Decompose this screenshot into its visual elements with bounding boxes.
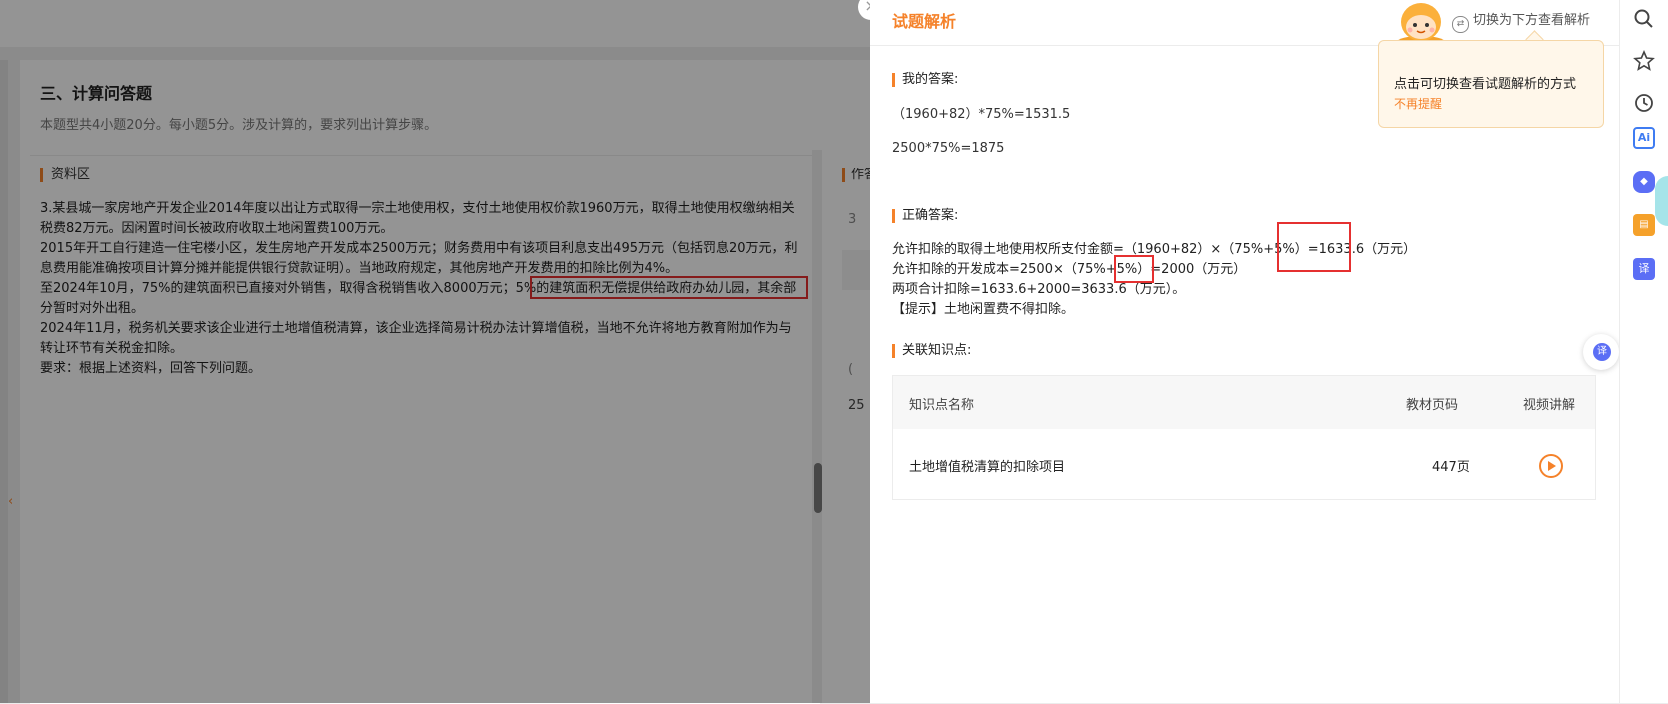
textbook-page: 447页: [1432, 460, 1470, 475]
knowledge-point-name[interactable]: 土地增值税清算的扣除项目: [909, 456, 1065, 475]
knowledge-table: 知识点名称 教材页码 视频讲解 土地增值税清算的扣除项目 447页: [892, 375, 1596, 500]
column-header-name: 知识点名称: [909, 398, 975, 413]
column-header-page: 教材页码: [1406, 398, 1459, 413]
switch-icon: ⇄: [1452, 16, 1469, 33]
translate-icon: 译: [1593, 343, 1611, 361]
side-widget-edge[interactable]: [1655, 176, 1668, 226]
table-header: 知识点名称 教材页码 视频讲解: [893, 376, 1595, 429]
tooltip-text: 点击可切换查看试题解析的方式: [1394, 77, 1577, 92]
star-icon[interactable]: [1633, 50, 1655, 72]
switch-view-label: 切换为下方查看解析: [1473, 13, 1591, 28]
drawer-title: 试题解析: [892, 12, 957, 31]
game-icon[interactable]: ◆: [1633, 171, 1655, 193]
my-answer-line: （1960+82）*75%=1531.5: [892, 107, 1071, 122]
my-answer-line: 2500*75%=1875: [892, 141, 1005, 156]
knowledge-points-label: 关联知识点:: [892, 344, 971, 358]
ai-icon[interactable]: Ai: [1633, 127, 1655, 149]
correct-answer-line: 【提示】土地闲置费不得扣除。: [892, 302, 1075, 317]
dont-remind-link[interactable]: 不再提醒: [1394, 95, 1442, 112]
analysis-drawer: 试题解析 ⇄ 切换为下方查看解析 点击可切换查看试题解析的方式 不再提醒 我的答案…: [870, 0, 1619, 703]
search-icon[interactable]: [1633, 8, 1655, 30]
column-header-video: 视频讲解: [1523, 398, 1576, 413]
right-toolbar: Ai ◆ ▤ 译: [1619, 0, 1668, 703]
bag-icon[interactable]: ▤: [1633, 214, 1655, 236]
translate-float-button[interactable]: 译: [1583, 334, 1619, 370]
switch-tooltip: 点击可切换查看试题解析的方式 不再提醒: [1378, 40, 1604, 128]
correct-answer-line: 允许扣除的开发成本=2500×（75%+5%）=2000（万元）: [892, 262, 1247, 277]
switch-view-button[interactable]: ⇄ 切换为下方查看解析: [1452, 9, 1590, 33]
modal-overlay[interactable]: [0, 0, 870, 703]
answer-highlight-box: [1114, 255, 1154, 283]
answer-highlight-box: [1277, 222, 1351, 272]
play-video-button[interactable]: [1539, 454, 1563, 478]
translate-icon[interactable]: 译: [1633, 258, 1655, 280]
correct-answer-label: 正确答案:: [892, 209, 958, 223]
clock-icon[interactable]: [1633, 92, 1655, 114]
mascot-icon: [1397, 3, 1445, 44]
my-answer-label: 我的答案:: [892, 73, 958, 87]
